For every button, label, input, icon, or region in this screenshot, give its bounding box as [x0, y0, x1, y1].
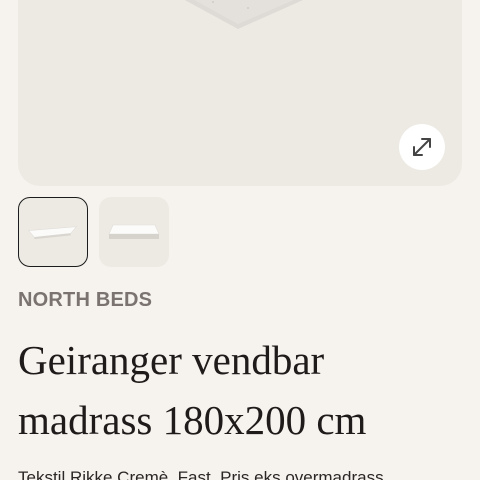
mattress-thumbnail-image — [27, 226, 78, 240]
product-title: Geiranger vendbar madrass 180x200 cm — [18, 337, 367, 443]
thumbnail-2[interactable] — [99, 197, 169, 267]
expand-diagonal-arrows-icon — [413, 138, 431, 156]
expand-image-button[interactable] — [399, 124, 445, 170]
mattress-top-view-image — [184, 0, 304, 29]
brand-name[interactable]: NORTH BEDS — [18, 289, 152, 312]
thumbnail-1[interactable] — [18, 197, 88, 267]
product-image-viewer[interactable] — [18, 0, 462, 186]
product-description: Tekstil Rikke Cremè. Fast. Pris eks over… — [18, 468, 384, 480]
mattress-thumbnail-image — [108, 224, 160, 239]
